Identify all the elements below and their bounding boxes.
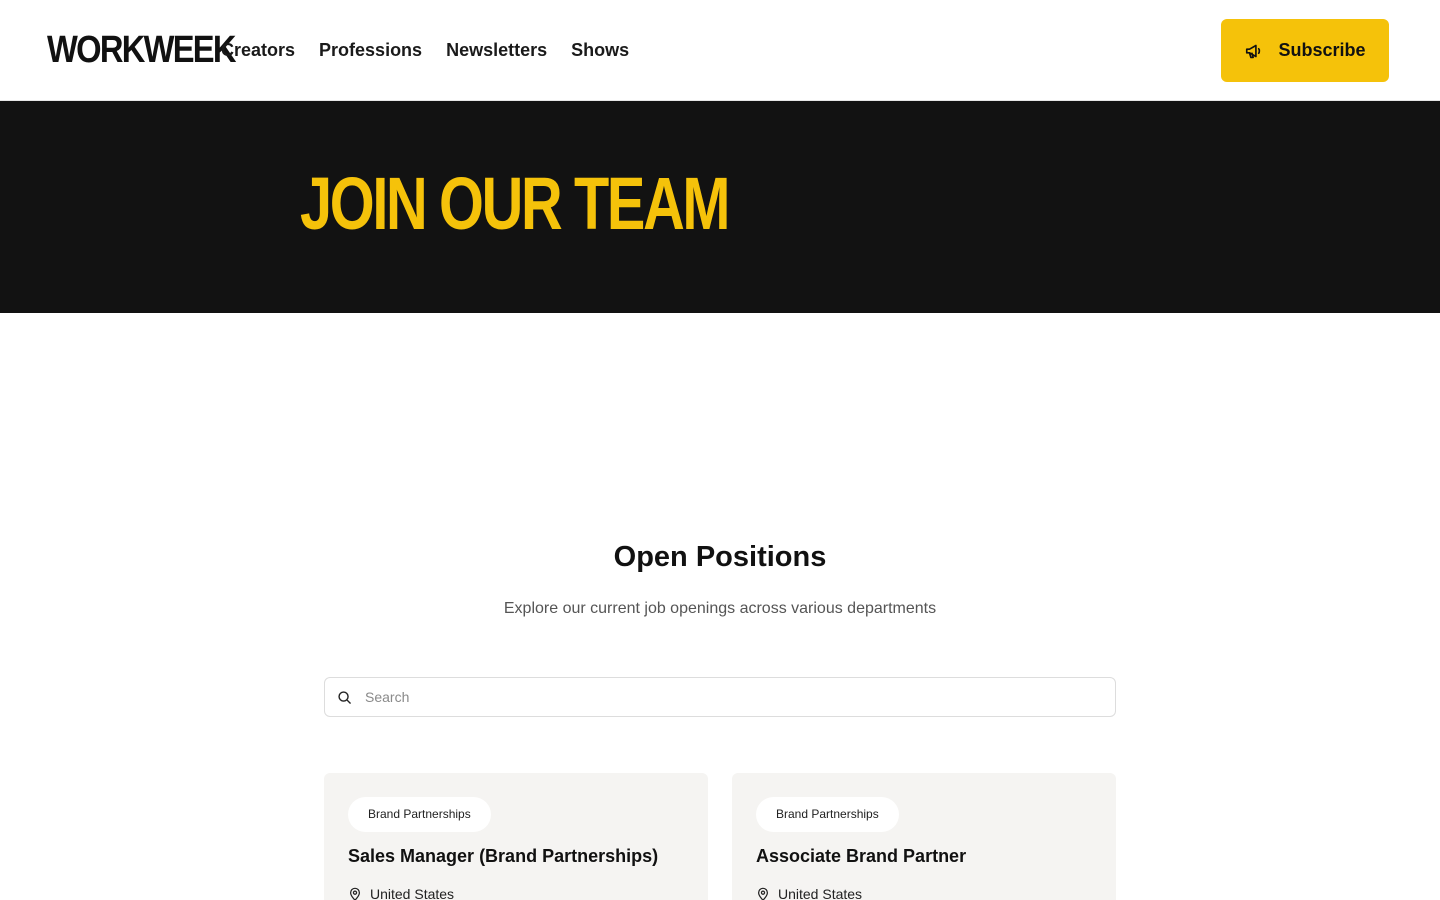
search-input[interactable] (365, 678, 1105, 716)
job-search (324, 677, 1116, 717)
nav-creators[interactable]: Creators (221, 38, 295, 62)
job-card[interactable]: Brand Partnerships Sales Manager (Brand … (324, 773, 708, 900)
hero-title: JOIN OUR TEAM (300, 162, 730, 245)
nav-newsletters[interactable]: Newsletters (446, 38, 547, 62)
job-title[interactable]: Sales Manager (Brand Partnerships) (348, 844, 658, 868)
location-pin-icon (756, 887, 770, 900)
department-tag: Brand Partnerships (756, 797, 899, 832)
hero-banner: JOIN OUR TEAM (0, 101, 1440, 313)
location-pin-icon (348, 887, 362, 900)
job-location-label: United States (370, 886, 455, 900)
open-positions-title: Open Positions (613, 541, 827, 573)
megaphone-icon (1244, 40, 1266, 62)
nav-shows[interactable]: Shows (571, 38, 629, 62)
open-positions-subtitle: Explore our current job openings across … (503, 600, 937, 617)
workweek-logo[interactable]: WORKWEEK (47, 30, 236, 70)
nav-professions[interactable]: Professions (319, 38, 422, 62)
subscribe-button[interactable]: Subscribe (1221, 19, 1389, 82)
job-card[interactable]: Brand Partnerships Associate Brand Partn… (732, 773, 1116, 900)
search-icon (337, 690, 352, 705)
site-header: WORKWEEK Creators Professions Newsletter… (0, 0, 1440, 101)
job-location: United States (756, 885, 862, 900)
subscribe-label: Subscribe (1278, 40, 1366, 60)
main-nav: Creators Professions Newsletters Shows (221, 38, 629, 62)
job-location-label: United States (778, 886, 863, 900)
job-location: United States (348, 885, 454, 900)
job-title[interactable]: Associate Brand Partner (756, 844, 966, 868)
department-tag: Brand Partnerships (348, 797, 491, 832)
